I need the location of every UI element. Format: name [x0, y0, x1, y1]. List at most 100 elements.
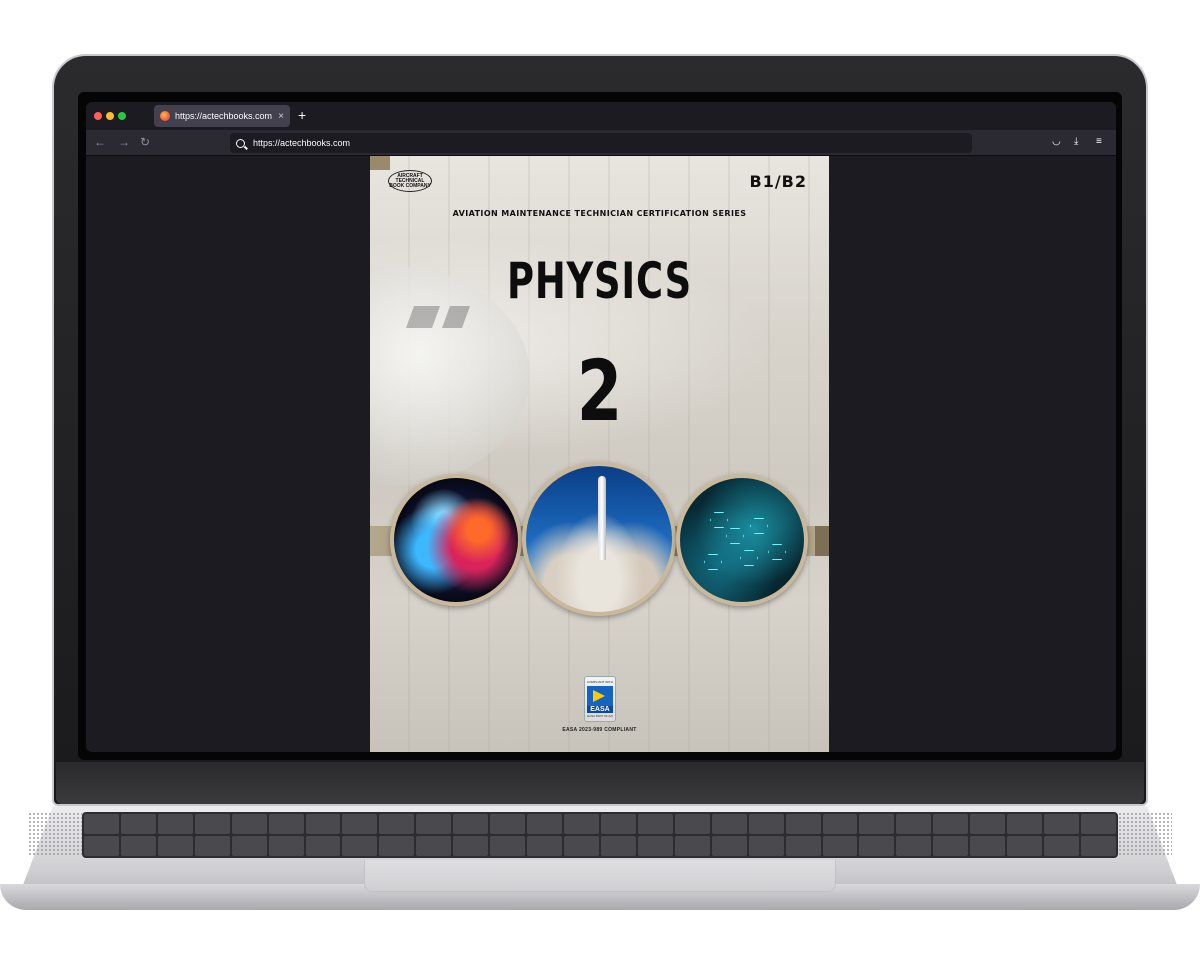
keyboard-key — [194, 836, 230, 856]
trackpad — [364, 860, 836, 892]
close-tab-icon[interactable]: × — [278, 111, 284, 122]
keyboard-key — [1007, 836, 1043, 856]
keyboard-key — [933, 814, 969, 834]
keyboard — [82, 812, 1118, 858]
keyboard-key — [859, 836, 895, 856]
tab-title: https://actechbooks.com — [175, 111, 273, 121]
keyboard-key — [822, 836, 858, 856]
page-content: AIRCRAFT TECHNICAL BOOK COMPANY B1/B2 AV… — [86, 156, 1116, 752]
keyboard-key — [268, 814, 304, 834]
keyboard-key — [970, 836, 1006, 856]
minimize-window-button[interactable] — [106, 112, 114, 120]
keyboard-key — [231, 836, 267, 856]
forward-button[interactable]: → — [118, 135, 130, 149]
keyboard-key — [157, 814, 193, 834]
hexagon-shape — [704, 554, 722, 570]
keyboard-key — [896, 836, 932, 856]
keyboard-key — [1007, 814, 1043, 834]
rocket-graphic — [598, 476, 606, 560]
keyboard-key — [785, 836, 821, 856]
keyboard-key — [120, 836, 156, 856]
close-window-button[interactable] — [94, 112, 102, 120]
volume-number: 2 — [576, 342, 623, 440]
laptop-chin — [56, 762, 1144, 804]
keyboard-key — [453, 814, 489, 834]
keyboard-key — [822, 814, 858, 834]
keyboard-key — [342, 814, 378, 834]
keyboard-key — [453, 836, 489, 856]
keyboard-key — [1044, 814, 1080, 834]
keyboard-key — [84, 814, 119, 834]
keyboard-key — [490, 814, 526, 834]
badge-name: EASA — [587, 706, 613, 713]
keyboard-key — [711, 836, 747, 856]
band-accent — [815, 526, 829, 556]
keyboard-key — [564, 814, 599, 834]
easa-flag-icon — [587, 686, 613, 706]
fire-and-ice-image — [390, 474, 522, 606]
keyboard-key — [748, 814, 784, 834]
keyboard-key — [305, 814, 341, 834]
keyboard-key — [600, 814, 636, 834]
keyboard-key — [416, 814, 452, 834]
keyboard-key — [970, 814, 1006, 834]
keyboard-key — [785, 814, 821, 834]
keyboard-key — [1044, 836, 1080, 856]
keyboard-key — [1081, 836, 1116, 856]
keyboard-key — [490, 836, 526, 856]
browser-window: https://actechbooks.com × + ← → ↻ https:… — [86, 102, 1116, 752]
keyboard-key — [416, 836, 452, 856]
menu-icon[interactable]: ≡ — [1096, 136, 1102, 147]
compliance-text: EASA 2023-989 COMPLIANT — [562, 727, 637, 733]
corner-accent — [370, 156, 390, 170]
keyboard-key — [564, 836, 599, 856]
hexagon-shape — [750, 518, 768, 534]
keyboard-key — [637, 836, 673, 856]
speaker-grille-right — [1118, 812, 1172, 856]
certification-level: B1/B2 — [749, 172, 807, 191]
firefox-favicon-icon — [160, 111, 170, 121]
reload-button[interactable]: ↻ — [140, 135, 150, 149]
hexagon-shape — [768, 544, 786, 560]
publisher-logo: AIRCRAFT TECHNICAL BOOK COMPANY — [388, 170, 432, 192]
keyboard-key — [859, 814, 895, 834]
downloads-icon[interactable]: ⤓ — [1074, 136, 1078, 147]
hexagon-shape — [740, 550, 758, 566]
keyboard-key — [120, 814, 156, 834]
pocket-icon[interactable]: ◡ — [1052, 136, 1061, 147]
keyboard-key — [527, 836, 563, 856]
search-icon — [236, 138, 245, 148]
url-text[interactable]: https://actechbooks.com — [253, 138, 350, 148]
hexagon-shape — [726, 528, 744, 544]
speaker-grille-left — [28, 812, 82, 856]
book-cover-image: AIRCRAFT TECHNICAL BOOK COMPANY B1/B2 AV… — [370, 156, 829, 752]
easa-compliance-badge: COMPLIANT WITH EASA EASA PART 66 (M) — [584, 676, 616, 722]
keyboard-key — [674, 814, 710, 834]
keyboard-key — [379, 836, 415, 856]
book-title: PHYSICS — [506, 252, 693, 310]
keyboard-key — [674, 836, 710, 856]
keyboard-key — [268, 836, 304, 856]
tab-bar: https://actechbooks.com × + — [86, 102, 1116, 130]
keyboard-key — [231, 814, 267, 834]
keyboard-key — [342, 836, 378, 856]
rocket-launch-image — [522, 462, 676, 616]
new-tab-button[interactable]: + — [298, 107, 306, 123]
url-bar[interactable]: https://actechbooks.com — [230, 133, 972, 153]
back-button[interactable]: ← — [94, 135, 106, 149]
keyboard-key — [933, 836, 969, 856]
keyboard-key — [84, 836, 119, 856]
tab-actechbooks[interactable]: https://actechbooks.com × — [154, 105, 290, 127]
zoom-window-button[interactable] — [118, 112, 126, 120]
keyboard-key — [637, 814, 673, 834]
publisher-logo-text: AIRCRAFT TECHNICAL BOOK COMPANY — [389, 172, 431, 189]
molecule-structure-image — [676, 474, 808, 606]
keyboard-key — [157, 836, 193, 856]
badge-bottom-text: EASA PART 66 (M) — [587, 714, 613, 718]
keyboard-key — [711, 814, 747, 834]
keyboard-key — [527, 814, 563, 834]
series-title: AVIATION MAINTENANCE TECHNICIAN CERTIFIC… — [452, 209, 747, 218]
keyboard-key — [600, 836, 636, 856]
hexagon-shape — [710, 512, 728, 528]
keyboard-key — [748, 836, 784, 856]
